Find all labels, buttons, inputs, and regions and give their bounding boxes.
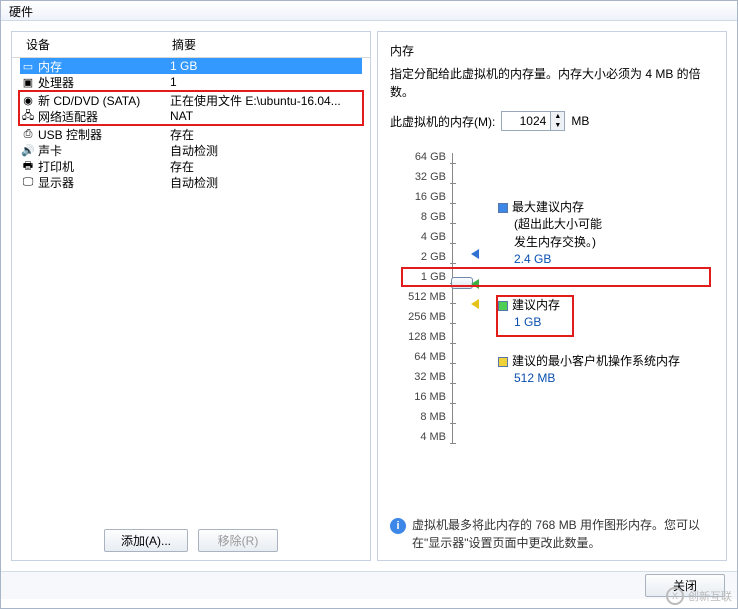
- memory-input-label: 此虚拟机的内存(M):: [390, 113, 495, 130]
- memory-slider[interactable]: [452, 153, 470, 443]
- hardware-row-2[interactable]: ◉新 CD/DVD (SATA)正在使用文件 E:\ubuntu-16.04..…: [20, 92, 362, 108]
- hardware-row-6[interactable]: 🖶打印机存在: [20, 158, 362, 174]
- legend-max: 最大建议内存 (超出此大小可能 发生内存交换。) 2.4 GB: [498, 199, 602, 269]
- usb-icon: ⎙: [20, 127, 36, 141]
- dialog-button-bar: 关闭: [1, 571, 737, 599]
- scale-label: 64 MB: [390, 347, 446, 367]
- hardware-list-panel: 设备 摘要 ▭内存1 GB▣处理器1◉新 CD/DVD (SATA)正在使用文件…: [11, 31, 371, 561]
- device-name: USB 控制器: [36, 126, 170, 143]
- scale-label: 512 MB: [390, 287, 446, 307]
- remove-hardware-button[interactable]: 移除(R): [198, 529, 278, 552]
- hardware-row-5[interactable]: 🔊声卡自动检测: [20, 142, 362, 158]
- window-title: 硬件: [1, 1, 737, 21]
- scale-label: 8 GB: [390, 207, 446, 227]
- hardware-row-3[interactable]: 🖧网络适配器NAT: [20, 108, 362, 124]
- sound-icon: 🔊: [20, 143, 36, 157]
- scale-label: 16 MB: [390, 387, 446, 407]
- highlight-box-devices: ◉新 CD/DVD (SATA)正在使用文件 E:\ubuntu-16.04..…: [18, 90, 364, 126]
- scale-label: 16 GB: [390, 187, 446, 207]
- scale-label: 64 GB: [390, 147, 446, 167]
- device-summary: 存在: [170, 126, 362, 143]
- spinner-up-icon[interactable]: ▲: [550, 112, 564, 121]
- marker-max-icon: [471, 249, 479, 259]
- device-name: 内存: [36, 58, 170, 75]
- add-hardware-button[interactable]: 添加(A)...: [104, 529, 188, 552]
- device-name: 网络适配器: [36, 108, 170, 125]
- device-name: 新 CD/DVD (SATA): [36, 92, 170, 109]
- device-summary: NAT: [170, 109, 362, 123]
- hardware-row-4[interactable]: ⎙USB 控制器存在: [20, 126, 362, 142]
- memory-scale: 64 GB32 GB16 GB8 GB4 GB2 GB1 GB512 MB256…: [390, 147, 714, 447]
- device-name: 打印机: [36, 158, 170, 175]
- scale-label: 8 MB: [390, 407, 446, 427]
- device-summary: 1 GB: [170, 59, 362, 73]
- device-summary: 自动检测: [170, 174, 362, 191]
- hardware-row-0[interactable]: ▭内存1 GB: [20, 58, 362, 74]
- scale-label: 4 MB: [390, 427, 446, 447]
- memory-description: 指定分配给此虚拟机的内存量。内存大小必须为 4 MB 的倍数。: [390, 65, 714, 101]
- square-yellow-icon: [498, 357, 508, 367]
- memory-input[interactable]: [502, 112, 550, 130]
- scale-label: 4 GB: [390, 227, 446, 247]
- disc-icon: ◉: [20, 93, 36, 107]
- device-name: 处理器: [36, 74, 170, 91]
- header-summary: 摘要: [168, 36, 370, 53]
- legend-recommended: 建议内存 1 GB: [498, 297, 560, 332]
- info-icon: i: [390, 518, 406, 534]
- close-button[interactable]: 关闭: [645, 574, 725, 597]
- device-name: 声卡: [36, 142, 170, 159]
- printer-icon: 🖶: [20, 159, 36, 173]
- square-blue-icon: [498, 203, 508, 213]
- scale-label: 32 GB: [390, 167, 446, 187]
- scale-label: 2 GB: [390, 247, 446, 267]
- square-green-icon: [498, 301, 508, 311]
- header-device: 设备: [18, 36, 168, 53]
- spinner-down-icon[interactable]: ▼: [550, 121, 564, 130]
- memory-section-title: 内存: [390, 42, 714, 59]
- device-summary: 自动检测: [170, 142, 362, 159]
- hardware-list[interactable]: ▭内存1 GB▣处理器1◉新 CD/DVD (SATA)正在使用文件 E:\ub…: [12, 58, 370, 521]
- memory-spinner[interactable]: ▲ ▼: [501, 111, 565, 131]
- memory-unit: MB: [571, 114, 589, 128]
- memory-footer-info: i 虚拟机最多将此内存的 768 MB 用作图形内存。您可以在"显示器"设置页面…: [390, 516, 714, 552]
- hardware-row-1[interactable]: ▣处理器1: [20, 74, 362, 90]
- marker-min-icon: [471, 299, 479, 309]
- scale-label: 128 MB: [390, 327, 446, 347]
- device-name: 显示器: [36, 174, 170, 191]
- memory-settings-panel: 内存 指定分配给此虚拟机的内存量。内存大小必须为 4 MB 的倍数。 此虚拟机的…: [377, 31, 727, 561]
- memory-icon: ▭: [20, 59, 36, 73]
- legend-minimum: 建议的最小客户机操作系统内存 512 MB: [498, 353, 680, 388]
- hardware-list-header: 设备 摘要: [12, 32, 370, 58]
- device-summary: 存在: [170, 158, 362, 175]
- device-summary: 1: [170, 75, 362, 89]
- device-summary: 正在使用文件 E:\ubuntu-16.04...: [170, 92, 362, 109]
- display-icon: 🖵: [20, 175, 36, 189]
- hardware-row-7[interactable]: 🖵显示器自动检测: [20, 174, 362, 190]
- highlight-box-1gb: [401, 267, 711, 287]
- scale-label: 32 MB: [390, 367, 446, 387]
- cpu-icon: ▣: [20, 75, 36, 89]
- scale-label: 256 MB: [390, 307, 446, 327]
- network-icon: 🖧: [20, 109, 36, 123]
